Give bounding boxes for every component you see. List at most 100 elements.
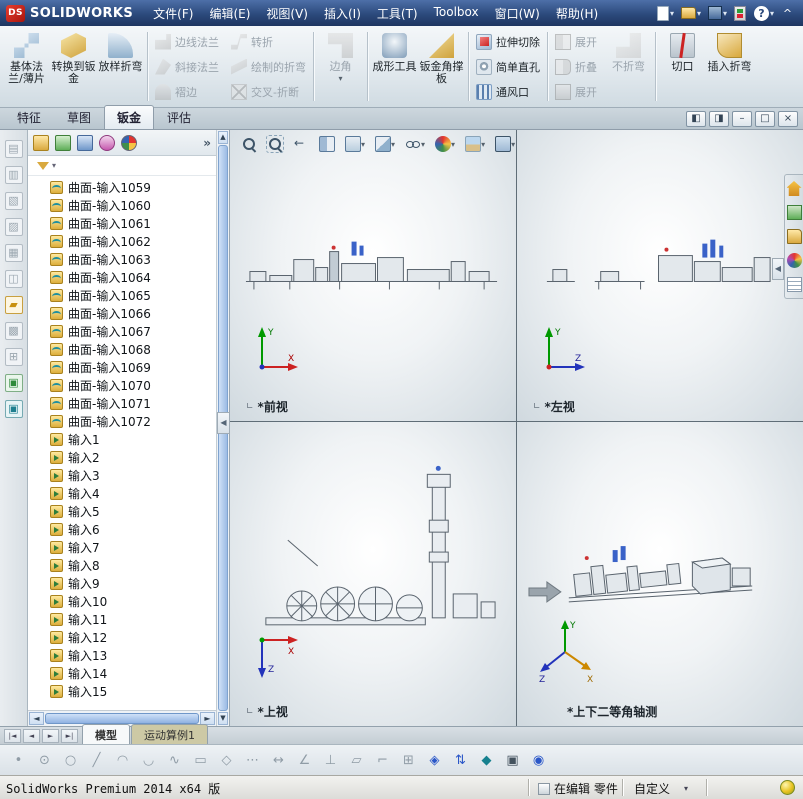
zoom-fit-icon[interactable] (238, 134, 260, 154)
left-tool-icon[interactable]: ▣ (4, 400, 23, 418)
left-tool-icon[interactable]: ▧ (4, 192, 23, 210)
zoom-area-icon[interactable] (264, 134, 286, 154)
scroll-next-button[interactable]: ► (42, 729, 59, 743)
tree-item[interactable]: 曲面-输入1062 (50, 232, 216, 250)
minimize-button[interactable]: – (732, 111, 752, 127)
hide-show-items-icon[interactable]: ▾ (402, 134, 428, 154)
menu-item[interactable]: 插入(I) (316, 0, 369, 27)
vent-button[interactable]: 通风口 (472, 79, 533, 104)
custom-toolbar-status[interactable]: 自定义 ▾ (634, 780, 688, 797)
tab-sheet-metal[interactable]: 钣金 (104, 105, 155, 129)
left-tool-icon[interactable]: ◫ (4, 270, 23, 288)
overflow-chevron[interactable]: » (203, 136, 211, 150)
line-icon[interactable]: ╱ (86, 750, 107, 771)
configurationmanager-tab-icon[interactable] (77, 134, 93, 151)
titlebar-tool[interactable]: ▾ (753, 5, 774, 21)
tree-item[interactable]: 曲面-输入1072 (50, 412, 216, 430)
grid-icon[interactable]: ⊞ (398, 750, 419, 771)
flatten-button[interactable]: 展开 (551, 79, 601, 104)
menu-item[interactable]: 窗口(W) (487, 0, 548, 27)
titlebar-tool[interactable]: ▾ (707, 6, 727, 20)
solidworks-resources-icon[interactable] (786, 181, 802, 196)
point-icon[interactable]: ⋯ (242, 750, 263, 771)
corner-button[interactable]: 边角 ▾ (317, 29, 364, 86)
close-button[interactable]: × (778, 111, 798, 127)
forming-tool-button[interactable]: 成形工具 (371, 29, 418, 74)
select-icon[interactable]: • (8, 750, 29, 771)
trim-icon[interactable]: ⌐ (372, 750, 393, 771)
scroll-left-button[interactable]: ◄ (29, 712, 44, 725)
custom-properties-icon[interactable] (786, 277, 802, 292)
dimxpert-tab-icon[interactable] (99, 134, 115, 151)
menu-item[interactable]: 视图(V) (258, 0, 316, 27)
task-pane-expand-arrow[interactable]: ◀ (772, 258, 784, 280)
left-tool-icon[interactable]: ▨ (4, 218, 23, 236)
tree-item[interactable]: 输入7 (50, 538, 216, 556)
menu-item[interactable]: 编辑(E) (201, 0, 258, 27)
tree-item[interactable]: 输入11 (50, 610, 216, 628)
tree-item[interactable]: 输入6 (50, 520, 216, 538)
previous-view-icon[interactable] (290, 134, 312, 154)
ellipse-icon[interactable]: ◠ (112, 750, 133, 771)
tree-item[interactable]: 输入10 (50, 592, 216, 610)
featuremanager-tab-icon[interactable] (33, 134, 49, 151)
tab-motion-study-1[interactable]: 运动算例1 (131, 724, 208, 744)
view-orientation-icon[interactable]: ▾ (342, 134, 368, 154)
front-viewport[interactable]: Y X ∟ *前视 (230, 130, 517, 422)
panel-collapse-arrow[interactable]: ◀ (217, 412, 230, 434)
isometric-viewport[interactable]: Y Z X *上下二等角轴测 (517, 422, 803, 726)
jog-button[interactable]: 转折 (227, 29, 277, 54)
left-tool-icon[interactable]: ▥ (4, 166, 23, 184)
angle-icon[interactable]: ∠ (294, 750, 315, 771)
tree-item[interactable]: 曲面-输入1063 (50, 250, 216, 268)
perpendicular-icon[interactable]: ⊥ (320, 750, 341, 771)
section-view-icon[interactable] (316, 134, 338, 154)
tree-item[interactable]: 输入5 (50, 502, 216, 520)
tree-item[interactable]: 输入13 (50, 646, 216, 664)
tab-features[interactable]: 特征 (4, 105, 54, 129)
left-tool-icon[interactable]: ▣ (4, 374, 23, 392)
menu-item[interactable]: 文件(F) (145, 0, 201, 27)
sphere-icon[interactable]: ◉ (528, 750, 549, 771)
miter-flange-button[interactable]: 斜接法兰 (151, 54, 223, 79)
left-tool-icon[interactable]: ▦ (4, 244, 23, 262)
design-library-icon[interactable] (786, 205, 802, 220)
tree-item[interactable]: 输入12 (50, 628, 216, 646)
edge-flange-button[interactable]: 边线法兰 (151, 29, 223, 54)
tab-evaluate[interactable]: 评估 (154, 105, 204, 129)
shaded-view-icon[interactable]: ◆ (476, 750, 497, 771)
viewport-pane-left-button[interactable]: ◧ (686, 111, 706, 127)
tree-item[interactable]: 输入3 (50, 466, 216, 484)
tree-item[interactable]: 曲面-输入1061 (50, 214, 216, 232)
titlebar-tool[interactable] (781, 7, 795, 20)
titlebar-tool[interactable] (733, 5, 747, 21)
tree-item[interactable]: 输入4 (50, 484, 216, 502)
unfold-button[interactable]: 展开 (551, 29, 601, 54)
smart-dimension-icon[interactable]: ⊙ (34, 750, 55, 771)
view-settings-icon[interactable]: ▾ (492, 134, 518, 154)
tree-item[interactable]: 输入8 (50, 556, 216, 574)
menu-item[interactable]: Toolbox (426, 0, 487, 27)
simple-hole-button[interactable]: 简单直孔 (472, 54, 544, 79)
restore-button[interactable]: □ (755, 111, 775, 127)
viewport-pane-right-button[interactable]: ◨ (709, 111, 729, 127)
sketched-bend-button[interactable]: 绘制的折弯 (227, 54, 310, 79)
arc-icon[interactable]: ◡ (138, 750, 159, 771)
pencil-tool-icon[interactable]: ▰ (4, 296, 23, 314)
tree-item[interactable]: 曲面-输入1068 (50, 340, 216, 358)
convert-to-sheetmetal-button[interactable]: 转换到钣金 (50, 29, 97, 86)
left-viewport[interactable]: Y Z ∟ *左视 (517, 130, 803, 422)
scroll-up-button[interactable]: ▲ (218, 131, 228, 144)
tab-sketch[interactable]: 草图 (54, 105, 104, 129)
quick-tips-icon[interactable] (780, 780, 795, 795)
edit-appearance-icon[interactable]: ▾ (432, 134, 458, 154)
tab-model[interactable]: 模型 (82, 724, 130, 744)
tree-filter-row[interactable]: ▾ (28, 156, 216, 176)
tree-item[interactable]: 曲面-输入1066 (50, 304, 216, 322)
scroll-last-button[interactable]: ►| (61, 729, 78, 743)
display-style-icon[interactable]: ▾ (372, 134, 398, 154)
tree-item[interactable]: 输入1 (50, 430, 216, 448)
extruded-cut-button[interactable]: 拉伸切除 (472, 29, 544, 54)
tree-item[interactable]: 输入2 (50, 448, 216, 466)
no-bends-button[interactable]: 不折弯 (605, 29, 652, 74)
